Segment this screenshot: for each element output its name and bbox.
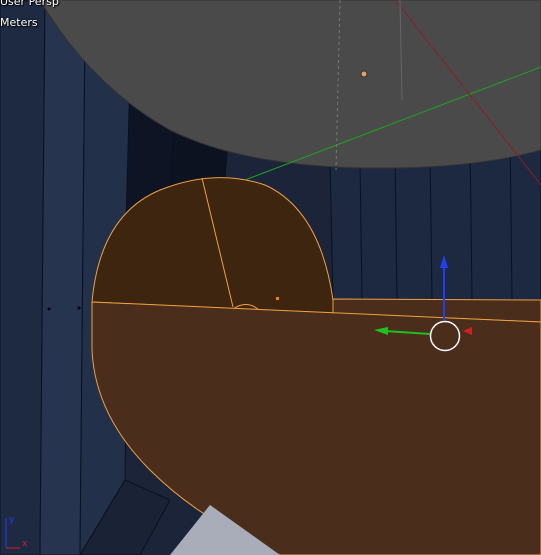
vertex-dot [47, 307, 51, 311]
3d-viewport[interactable]: x y [0, 0, 541, 555]
units-label: Meters [0, 16, 38, 29]
vertex-dot [77, 306, 81, 310]
axis-x-label: x [22, 539, 28, 549]
axis-y-label: y [9, 515, 15, 525]
object-origin-icon[interactable] [360, 70, 368, 78]
face-center-dot [276, 297, 279, 300]
view-name-label: User Persp [0, 0, 59, 8]
